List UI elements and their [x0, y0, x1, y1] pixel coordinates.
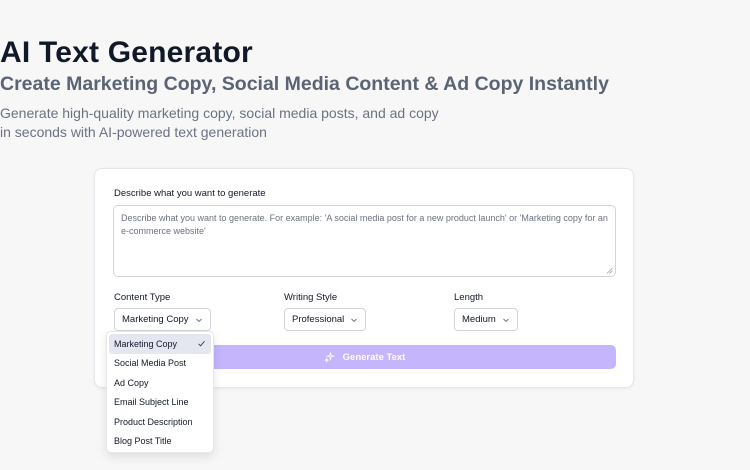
resize-grip-icon[interactable]: [606, 267, 613, 274]
dropdown-option-email-subject-line[interactable]: Email Subject Line: [109, 393, 211, 413]
content-type-dropdown: Marketing Copy Social Media Post Ad Copy…: [106, 331, 214, 453]
content-type-select[interactable]: Marketing Copy: [114, 308, 211, 331]
length-value: Medium: [462, 314, 496, 325]
chevron-down-icon: [351, 318, 358, 322]
dropdown-option-label: Product Description: [114, 416, 193, 427]
content-type-label: Content Type: [114, 292, 171, 303]
sparkles-icon: [323, 351, 335, 363]
dropdown-option-label: Email Subject Line: [114, 397, 189, 408]
dropdown-option-product-description[interactable]: Product Description: [109, 412, 211, 432]
length-select[interactable]: Medium: [454, 308, 518, 331]
chevron-down-icon: [195, 318, 202, 322]
prompt-placeholder: Describe what you want to generate. For …: [121, 213, 608, 236]
writing-style-value: Professional: [292, 314, 345, 325]
page-subtitle: Create Marketing Copy, Social Media Cont…: [0, 73, 609, 95]
dropdown-option-social-media-post[interactable]: Social Media Post: [109, 354, 211, 374]
description-line-1: Generate high-quality marketing copy, so…: [0, 105, 439, 121]
generate-button-label: Generate Text: [342, 351, 406, 363]
dropdown-option-label: Ad Copy: [114, 377, 149, 388]
writing-style-select[interactable]: Professional: [284, 308, 367, 331]
dropdown-option-label: Marketing Copy: [114, 338, 178, 349]
dropdown-option-label: Blog Post Title: [114, 436, 172, 447]
description-line-2: in seconds with AI-powered text generati…: [0, 124, 267, 140]
page-title: AI Text Generator: [0, 36, 253, 69]
dropdown-option-blog-post-title[interactable]: Blog Post Title: [109, 432, 211, 452]
length-label: Length: [454, 292, 484, 303]
content-type-value: Marketing Copy: [122, 314, 189, 325]
page-description: Generate high-quality marketing copy, so…: [0, 104, 750, 142]
check-icon: [198, 341, 205, 347]
prompt-textarea[interactable]: Describe what you want to generate. For …: [113, 205, 616, 277]
chevron-down-icon: [502, 318, 509, 322]
dropdown-option-ad-copy[interactable]: Ad Copy: [109, 373, 211, 393]
writing-style-label: Writing Style: [284, 292, 338, 303]
dropdown-option-label: Social Media Post: [114, 358, 187, 369]
prompt-label: Describe what you want to generate: [114, 188, 266, 199]
dropdown-option-marketing-copy[interactable]: Marketing Copy: [109, 334, 211, 354]
